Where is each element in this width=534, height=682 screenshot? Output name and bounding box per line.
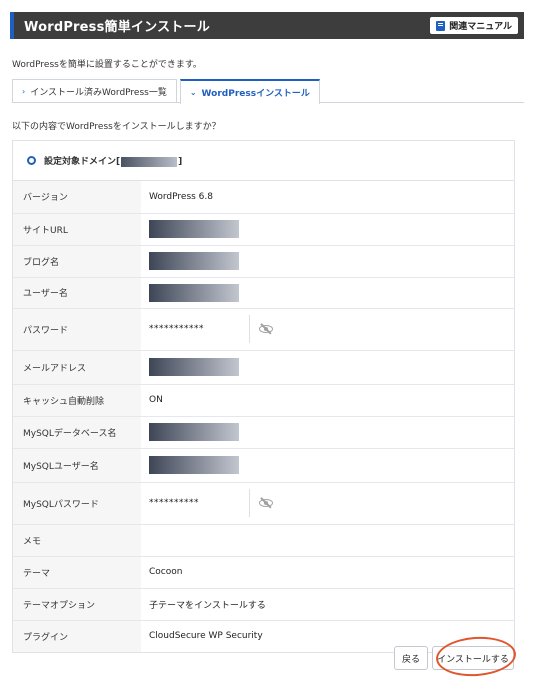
redacted-domain [121, 156, 178, 167]
row-label: MySQLパスワード [13, 482, 141, 525]
row-label: テーマ [13, 556, 141, 589]
table-row: MySQLパスワード ********** [13, 482, 514, 525]
row-label: テーマオプション [13, 588, 141, 621]
row-label: メモ [13, 524, 141, 557]
page-title: WordPress簡単インストール [24, 20, 210, 35]
install-button[interactable]: インストールする [432, 646, 514, 670]
row-label: パスワード [13, 308, 141, 351]
table-row: バージョン WordPress 6.8 [13, 181, 514, 214]
password-field: *********** [149, 315, 514, 343]
redacted-value [149, 358, 239, 376]
redacted-value [149, 423, 239, 441]
table-row: パスワード *********** [13, 308, 514, 351]
chevron-right-icon: › [22, 87, 26, 96]
row-value: 子テーマをインストールする [141, 588, 514, 621]
row-label: プラグイン [13, 620, 141, 652]
row-label: ユーザー名 [13, 277, 141, 309]
tab-install[interactable]: ⌄ WordPressインストール [179, 79, 320, 104]
radio-icon [27, 156, 36, 165]
row-label: MySQLユーザー名 [13, 448, 141, 483]
domain-suffix: ] [178, 157, 183, 167]
eye-off-icon[interactable] [258, 497, 274, 509]
table-row: MySQLデータベース名 [13, 416, 514, 449]
row-label: ブログ名 [13, 245, 141, 278]
redacted-value [149, 220, 239, 238]
confirm-question: 以下の内容でWordPressをインストールしますか？ [12, 122, 221, 132]
intro-text: WordPressを簡単に設置することができます。 [12, 60, 202, 70]
table-row: キャッシュ自動削除 ON [13, 384, 514, 417]
settings-panel: 設定対象ドメイン[] バージョン WordPress 6.8 サイトURL ブロ… [12, 140, 515, 653]
row-label: キャッシュ自動削除 [13, 384, 141, 417]
manual-button[interactable]: 関連マニュアル [430, 17, 518, 34]
table-row: ユーザー名 [13, 277, 514, 309]
domain-label: 設定対象ドメイン[] [44, 154, 182, 167]
row-value: ON [141, 384, 514, 417]
table-row: テーマ Cocoon [13, 556, 514, 589]
redacted-value [149, 252, 239, 270]
domain-prefix: 設定対象ドメイン[ [44, 157, 121, 167]
table-row: メールアドレス [13, 350, 514, 385]
divider [249, 489, 250, 517]
row-label: サイトURL [13, 213, 141, 246]
password-value: *********** [149, 324, 204, 334]
chevron-down-icon: ⌄ [189, 88, 197, 97]
tab-bar: › インストール済みWordPress一覧 ⌄ WordPressインストール [12, 79, 320, 104]
settings-table: バージョン WordPress 6.8 サイトURL ブログ名 ユーザー名 パス… [13, 181, 514, 652]
divider [249, 315, 250, 343]
table-row: MySQLユーザー名 [13, 448, 514, 483]
eye-off-icon[interactable] [258, 323, 274, 335]
table-row: ブログ名 [13, 245, 514, 278]
db-password-field: ********** [149, 489, 514, 517]
manual-label: 関連マニュアル [449, 22, 512, 32]
domain-row: 設定対象ドメイン[] [13, 141, 514, 181]
table-row: サイトURL [13, 213, 514, 246]
back-button[interactable]: 戻る [394, 646, 428, 670]
book-icon [436, 20, 446, 31]
redacted-value [149, 456, 239, 474]
page-header: WordPress簡単インストール 関連マニュアル [10, 12, 524, 39]
row-label: メールアドレス [13, 350, 141, 385]
row-value: WordPress 6.8 [141, 181, 514, 214]
row-value [141, 524, 514, 557]
tab-label: WordPressインストール [201, 89, 310, 99]
redacted-value [149, 283, 239, 302]
row-label: バージョン [13, 181, 141, 214]
row-label: MySQLデータベース名 [13, 416, 141, 449]
tab-installed-list[interactable]: › インストール済みWordPress一覧 [12, 79, 177, 103]
table-row: テーマオプション 子テーマをインストールする [13, 588, 514, 621]
row-value: Cocoon [141, 556, 514, 589]
tab-label: インストール済みWordPress一覧 [30, 88, 167, 98]
table-row: メモ [13, 524, 514, 557]
password-value: ********** [149, 498, 199, 508]
